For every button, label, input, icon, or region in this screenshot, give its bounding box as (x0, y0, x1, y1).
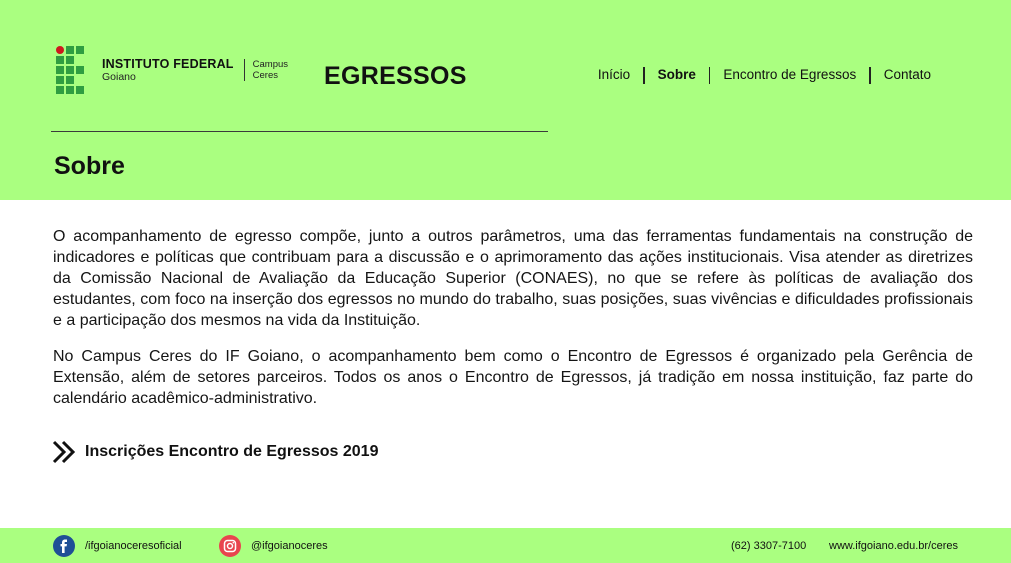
page-title: Sobre (54, 152, 125, 180)
nav-item-inicio[interactable]: Início (585, 66, 643, 84)
instagram-link[interactable]: @ifgoianoceres (219, 535, 328, 557)
logo-subtitle: Goiano (102, 70, 136, 83)
logo-mark-icon (56, 46, 94, 94)
header-divider (51, 131, 548, 132)
main-nav: Início Sobre Encontro de Egressos Contat… (585, 66, 944, 84)
paragraph: No Campus Ceres do IF Goiano, o acompanh… (53, 348, 973, 407)
logo-campus-line1: Campus (252, 59, 289, 70)
instagram-handle: @ifgoianoceres (251, 540, 328, 552)
facebook-icon (53, 535, 75, 557)
institute-logo[interactable]: INSTITUTO FEDERAL Goiano Campus Ceres (56, 46, 288, 94)
double-chevron-right-icon (52, 440, 76, 464)
phone-number: (62) 3307-7100 (731, 540, 807, 552)
main-content: O acompanhamento de egresso compõe, junt… (53, 226, 973, 409)
logo-text: INSTITUTO FEDERAL Goiano (102, 56, 234, 83)
logo-title: INSTITUTO FEDERAL (102, 56, 234, 71)
inscricoes-link-label: Inscrições Encontro de Egressos 2019 (85, 443, 379, 460)
website-link[interactable]: www.ifgoiano.edu.br/ceres (829, 540, 958, 552)
paragraph: O acompanhamento de egresso compõe, junt… (53, 228, 973, 329)
facebook-link[interactable]: /ifgoianoceresoficial (53, 535, 182, 557)
instagram-icon (219, 535, 241, 557)
site-title: EGRESSOS (324, 62, 467, 90)
inscricoes-link[interactable]: Inscrições Encontro de Egressos 2019 (52, 440, 378, 464)
header: INSTITUTO FEDERAL Goiano Campus Ceres EG… (0, 0, 1011, 200)
nav-item-sobre[interactable]: Sobre (645, 66, 709, 84)
nav-item-contato[interactable]: Contato (871, 66, 944, 84)
facebook-handle: /ifgoianoceresoficial (85, 540, 182, 552)
logo-campus-line2: Ceres (252, 70, 278, 81)
footer: /ifgoianoceresoficial @ifgoianoceres (62… (0, 528, 1011, 563)
logo-divider (243, 59, 245, 81)
logo-campus: Campus Ceres (253, 59, 288, 81)
nav-item-encontro-de-egressos[interactable]: Encontro de Egressos (710, 66, 869, 84)
